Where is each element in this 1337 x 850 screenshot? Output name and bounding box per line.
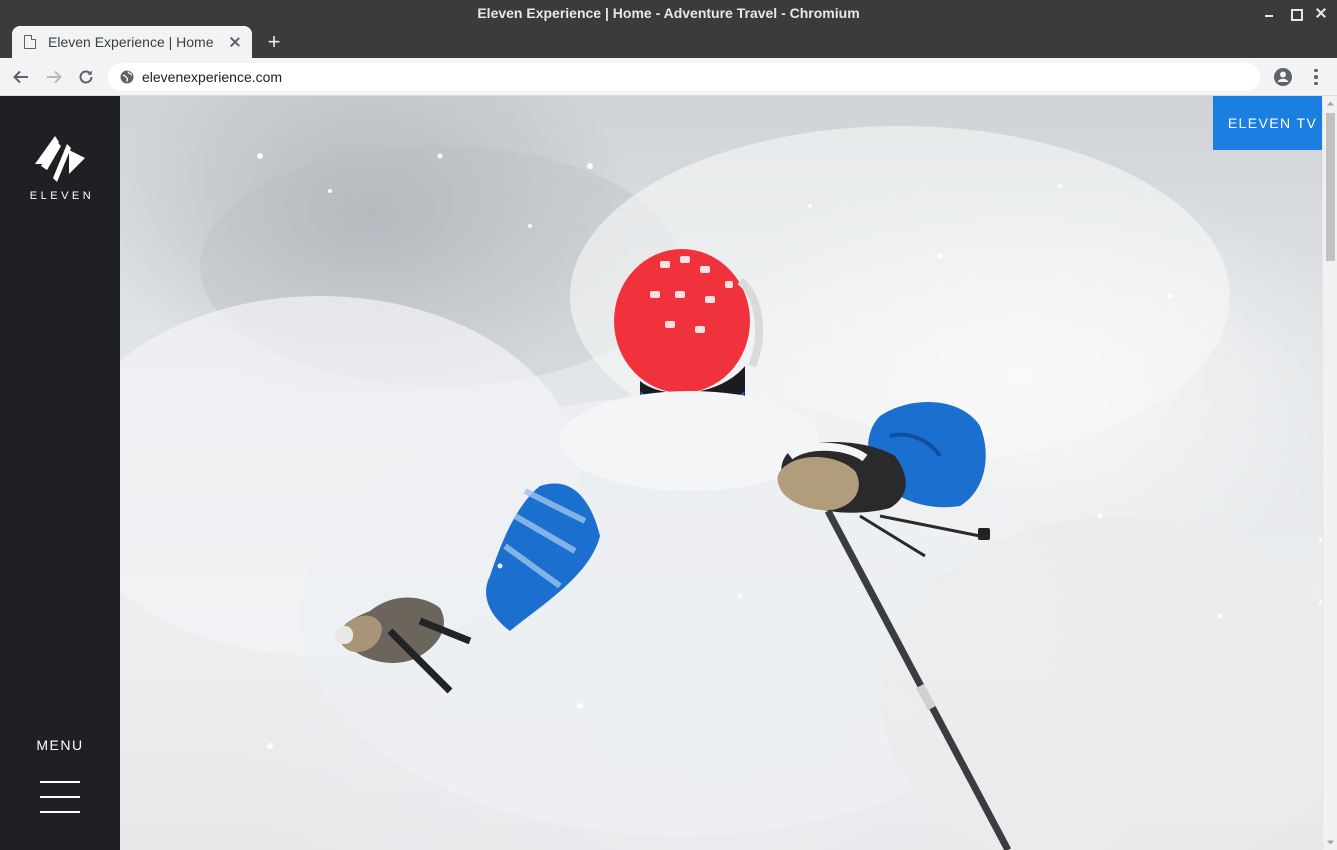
kebab-dot	[1314, 68, 1318, 73]
window-title: Eleven Experience | Home - Adventure Tra…	[477, 5, 860, 21]
eleven-tv-button[interactable]: ELEVEN TV	[1213, 96, 1322, 150]
window-controls	[1263, 0, 1327, 26]
logo-wordmark: ELEVEN	[29, 190, 95, 202]
scrollbar-thumb[interactable]	[1326, 113, 1335, 261]
arrow-left-icon	[13, 70, 28, 84]
window-close-icon[interactable]	[1315, 7, 1327, 19]
address-bar[interactable]: elevenexperience.com	[108, 63, 1260, 91]
page-scrollbar[interactable]	[1322, 96, 1337, 850]
reload-icon	[79, 70, 93, 84]
browser-tab[interactable]: Eleven Experience | Home	[12, 26, 252, 58]
page-icon	[24, 35, 36, 49]
eleven-logo-icon	[35, 136, 85, 182]
account-icon	[1274, 68, 1292, 86]
forward-button[interactable]	[43, 66, 65, 88]
minimize-icon[interactable]	[1263, 7, 1275, 19]
browser-menu-button[interactable]	[1306, 67, 1326, 87]
kebab-dot	[1314, 81, 1318, 86]
hamburger-menu-icon[interactable]	[40, 781, 80, 815]
tab-strip: Eleven Experience | Home +	[0, 26, 1337, 58]
hero-image	[120, 126, 1322, 850]
new-tab-button[interactable]: +	[264, 31, 284, 53]
maximize-icon[interactable]	[1289, 7, 1303, 21]
url-text: elevenexperience.com	[142, 69, 283, 85]
globe-icon	[120, 70, 134, 84]
site-sidebar: ELEVEN MENU	[0, 96, 120, 850]
kebab-dot	[1314, 75, 1318, 79]
hero-slideshow: ELEVEN TV	[120, 96, 1322, 850]
site-logo[interactable]: ELEVEN	[0, 134, 120, 202]
browser-toolbar: elevenexperience.com	[0, 58, 1337, 96]
window-titlebar: Eleven Experience | Home - Adventure Tra…	[0, 0, 1337, 26]
menu-label[interactable]: MENU	[0, 737, 120, 753]
page-viewport: ELEVEN MENU ELEVEN TV	[0, 96, 1337, 850]
tab-close-icon[interactable]	[228, 35, 242, 49]
profile-button[interactable]	[1273, 67, 1293, 87]
scroll-up-icon[interactable]	[1323, 96, 1337, 111]
tab-title: Eleven Experience | Home	[48, 34, 214, 50]
back-button[interactable]	[10, 66, 32, 88]
scroll-down-icon[interactable]	[1323, 835, 1337, 850]
reload-button[interactable]	[75, 66, 97, 88]
arrow-right-icon	[47, 70, 62, 84]
